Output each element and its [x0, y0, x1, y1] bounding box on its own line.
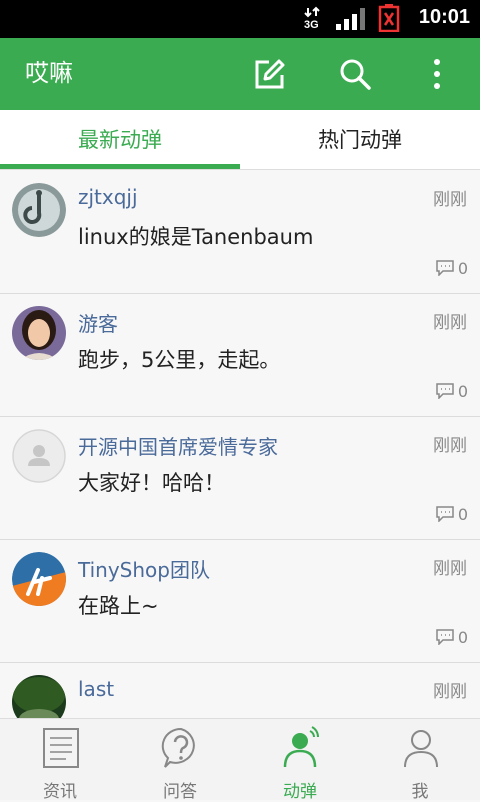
- avatar[interactable]: [12, 429, 66, 483]
- battery-empty-icon: [378, 4, 400, 32]
- nav-me[interactable]: 我: [360, 719, 480, 802]
- tweet-content: linux的娘是Tanenbaum: [78, 225, 314, 249]
- tweet-icon: [283, 726, 320, 768]
- forest-photo-avatar: [12, 675, 66, 718]
- signal-strength-icon: [336, 8, 365, 30]
- status-bar: 3G 10:01: [0, 0, 480, 38]
- nav-tweet-label: 动弹: [283, 782, 317, 802]
- username[interactable]: 游客: [78, 308, 118, 337]
- list-item[interactable]: last 刚刚: [0, 663, 480, 718]
- list-item[interactable]: zjtxqjj 刚刚 linux的娘是Tanenbaum 0: [0, 171, 480, 294]
- timestamp: 刚刚: [433, 436, 467, 456]
- bottom-navigation: 资讯 问答 动弹 我: [0, 718, 480, 802]
- nav-tweet[interactable]: 动弹: [240, 719, 360, 802]
- tab-indicator: [0, 164, 240, 169]
- svg-text:3G: 3G: [304, 19, 319, 30]
- comment-icon: [436, 260, 454, 277]
- tinyshop-logo-avatar: [12, 552, 66, 606]
- comment-count[interactable]: 0: [436, 628, 468, 647]
- news-icon: [43, 728, 79, 768]
- avatar[interactable]: [12, 675, 66, 718]
- tweet-content: 跑步，5公里，走起。: [78, 348, 281, 372]
- tweet-content: 大家好！哈哈！: [78, 471, 225, 495]
- nav-qa[interactable]: 问答: [120, 719, 240, 802]
- tab-hot[interactable]: 热门动弹: [240, 110, 480, 170]
- comment-count-value: 0: [457, 259, 468, 278]
- overflow-menu-button[interactable]: [419, 56, 455, 92]
- comment-count[interactable]: 0: [436, 382, 468, 401]
- default-user-avatar: [12, 429, 66, 483]
- 3g-network-icon: 3G: [304, 6, 320, 30]
- app-title: 哎嘛: [25, 59, 73, 87]
- photo-avatar: [12, 306, 66, 360]
- comment-icon: [436, 506, 454, 523]
- app-bar: 哎嘛: [0, 38, 480, 110]
- more-vertical-icon: [434, 59, 440, 89]
- timestamp: 刚刚: [433, 190, 467, 210]
- clock: 10:01: [418, 6, 470, 28]
- edit-icon: [255, 59, 285, 89]
- username[interactable]: 开源中国首席爱情专家: [78, 431, 278, 460]
- timestamp: 刚刚: [433, 313, 467, 333]
- comment-count-value: 0: [457, 505, 468, 524]
- comment-icon: [436, 383, 454, 400]
- username[interactable]: zjtxqjj: [78, 185, 138, 209]
- tweet-content: 在路上~: [78, 594, 159, 618]
- avatar[interactable]: [12, 552, 66, 606]
- username[interactable]: last: [78, 677, 114, 701]
- comment-count-value: 0: [457, 382, 468, 401]
- profile-icon: [404, 730, 438, 768]
- timestamp: 刚刚: [433, 682, 467, 702]
- avatar[interactable]: [12, 306, 66, 360]
- list-item[interactable]: TinyShop团队 刚刚 在路上~ 0: [0, 540, 480, 663]
- nav-news-label: 资讯: [43, 782, 77, 802]
- avatar[interactable]: [12, 183, 66, 237]
- nav-news[interactable]: 资讯: [0, 719, 120, 802]
- question-icon: [161, 727, 195, 768]
- comment-count-value: 0: [457, 628, 468, 647]
- tab-bar: 最新动弹 热门动弹: [0, 110, 480, 170]
- list-item[interactable]: 开源中国首席爱情专家 刚刚 大家好！哈哈！ 0: [0, 417, 480, 540]
- username[interactable]: TinyShop团队: [78, 554, 210, 583]
- comment-count[interactable]: 0: [436, 259, 468, 278]
- search-button[interactable]: [337, 56, 373, 92]
- comment-count[interactable]: 0: [436, 505, 468, 524]
- search-icon: [340, 59, 371, 90]
- tab-latest[interactable]: 最新动弹: [0, 110, 240, 170]
- tweet-list[interactable]: zjtxqjj 刚刚 linux的娘是Tanenbaum 0 游客 刚刚 跑步，…: [0, 171, 480, 718]
- hook-logo-avatar: [12, 183, 66, 237]
- timestamp: 刚刚: [433, 559, 467, 579]
- list-item[interactable]: 游客 刚刚 跑步，5公里，走起。 0: [0, 294, 480, 417]
- comment-icon: [436, 629, 454, 646]
- nav-me-label: 我: [411, 782, 429, 802]
- nav-qa-label: 问答: [163, 782, 197, 802]
- compose-button[interactable]: [252, 56, 288, 92]
